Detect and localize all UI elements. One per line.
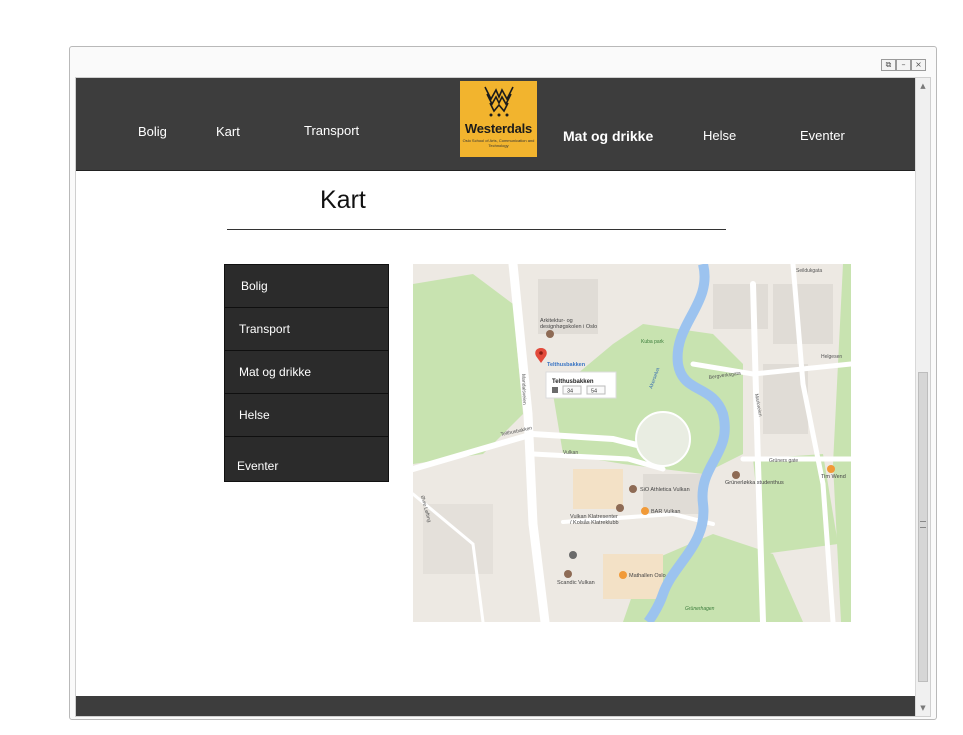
map-popup-bus-54: 54 (591, 389, 597, 395)
map-popup-bus-34: 34 (567, 389, 573, 395)
browser-window: ⧉ – × Bolig Kart Transport Westerdals Os… (69, 46, 937, 720)
nav-mat-og-drikke[interactable]: Mat og drikke (563, 128, 653, 144)
logo-wordmark: Westerdals (464, 121, 533, 136)
side-item-transport[interactable]: Transport (225, 308, 388, 351)
side-item-mat-og-drikke[interactable]: Mat og drikke (225, 351, 388, 394)
page-title: Kart (320, 186, 366, 214)
map-popup-title: Telthusbakken (552, 379, 594, 385)
scroll-down-icon[interactable]: ▼ (918, 702, 928, 714)
page-viewport: Bolig Kart Transport Westerdals Oslo Sch… (75, 77, 931, 717)
scroll-grip-icon (920, 521, 926, 528)
map-label-kubapark: Kuba park (641, 339, 664, 345)
map-label-grunerlokka: Grünerløkka studenthus (725, 480, 784, 486)
map-label-mathallen: Mathallen Oslo (629, 573, 666, 579)
map-label-gruners: Grüners gate (769, 458, 798, 464)
map-view[interactable]: Telthusbakken 34 54 Telthusbakken Arkite… (413, 264, 851, 622)
map-label-maridalsveien: Maridalsveien (520, 374, 527, 405)
close-icon[interactable]: × (911, 59, 926, 71)
map-label-scandic: Scandic Vulkan (557, 580, 595, 586)
side-item-label: Transport (239, 322, 290, 336)
side-item-label: Eventer (237, 459, 279, 473)
scroll-thumb[interactable] (918, 372, 928, 682)
side-item-label: Helse (239, 408, 270, 422)
westerdals-logo[interactable]: Westerdals Oslo School of Arts, Communic… (460, 81, 537, 157)
window-controls: ⧉ – × (881, 59, 926, 71)
minimize-icon[interactable]: – (896, 59, 911, 71)
restore-icon[interactable]: ⧉ (881, 59, 896, 71)
map-label-vulkan: Vulkan (563, 450, 578, 456)
map-label-telthus-pin: Telthusbakken (547, 362, 586, 368)
map-label-grunerhagen: Grünerhagen (685, 606, 715, 612)
nav-eventer[interactable]: Eventer (800, 128, 845, 143)
logo-tagline: Oslo School of Arts, Communication and T… (462, 138, 535, 148)
map-label-klatre: Vulkan Klatresenter / Kolsås Klatreklubb (570, 514, 619, 526)
map-canvas: Telthusbakken 34 54 Telthusbakken Arkite… (413, 264, 851, 622)
logo-emblem-icon (483, 86, 514, 117)
side-menu: Bolig Transport Mat og drikke Helse Even… (224, 264, 389, 482)
nav-transport[interactable]: Transport (304, 123, 359, 138)
side-item-helse[interactable]: Helse (225, 394, 388, 437)
nav-helse[interactable]: Helse (703, 128, 736, 143)
nav-kart[interactable]: Kart (216, 124, 240, 139)
map-label-helgesen: Helgesen (821, 354, 842, 360)
side-item-label: Mat og drikke (239, 365, 312, 379)
title-divider (227, 229, 726, 230)
map-label-bar: BAR Vulkan (651, 509, 680, 515)
page-footer (76, 696, 916, 716)
top-navigation: Bolig Kart Transport Westerdals Oslo Sch… (76, 78, 916, 171)
map-label-timwend: Tim Wend (821, 474, 846, 480)
map-label-sio: SiO Athletica Vulkan (640, 487, 690, 493)
scroll-up-icon[interactable]: ▲ (918, 80, 928, 92)
map-label-seilduks: Seildukgata (796, 268, 822, 274)
side-item-eventer[interactable]: Eventer (225, 437, 388, 481)
side-item-label: Bolig (241, 279, 268, 293)
side-item-bolig[interactable]: Bolig (225, 265, 388, 308)
vertical-scrollbar[interactable]: ▲ ▼ (915, 78, 930, 716)
nav-bolig[interactable]: Bolig (138, 124, 167, 139)
